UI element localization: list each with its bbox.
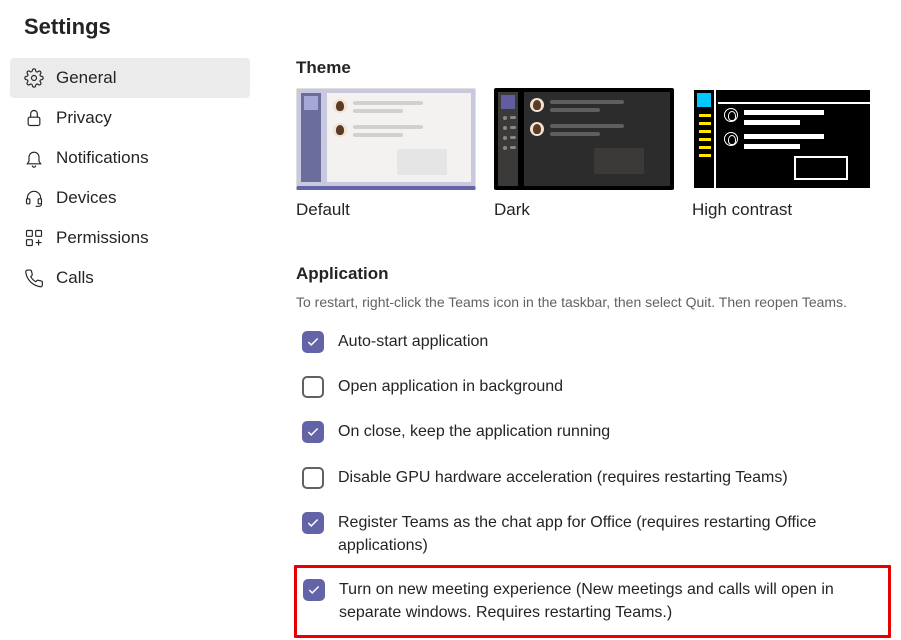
checkbox[interactable] <box>302 421 324 443</box>
sidebar-item-label: Devices <box>56 188 116 208</box>
apps-icon <box>24 228 44 248</box>
sidebar-item-label: Notifications <box>56 148 149 168</box>
sidebar-item-permissions[interactable]: Permissions <box>10 218 250 258</box>
sidebar-item-calls[interactable]: Calls <box>10 258 250 298</box>
sidebar-item-privacy[interactable]: Privacy <box>10 98 250 138</box>
sidebar-item-label: Calls <box>56 268 94 288</box>
sidebar-item-label: General <box>56 68 116 88</box>
page-title: Settings <box>10 14 891 58</box>
theme-option-high-contrast[interactable]: High contrast <box>692 88 872 220</box>
checkbox[interactable] <box>303 579 325 601</box>
sidebar-item-notifications[interactable]: Notifications <box>10 138 250 178</box>
theme-preview-default <box>296 88 476 190</box>
checkbox[interactable] <box>302 467 324 489</box>
setting-label: Open application in background <box>338 375 563 398</box>
settings-content: Theme Default <box>296 58 891 638</box>
sidebar-item-label: Permissions <box>56 228 149 248</box>
sidebar-item-label: Privacy <box>56 108 112 128</box>
settings-sidebar: General Privacy Notifications Devices Pe <box>10 58 250 638</box>
checkbox[interactable] <box>302 512 324 534</box>
setting-label: Register Teams as the chat app for Offic… <box>338 511 885 557</box>
application-subtext: To restart, right-click the Teams icon i… <box>296 294 891 310</box>
theme-preview-dark <box>494 88 674 190</box>
setting-keep-running[interactable]: On close, keep the application running <box>296 416 891 447</box>
lock-icon <box>24 108 44 128</box>
phone-icon <box>24 268 44 288</box>
highlighted-setting-box: Turn on new meeting experience (New meet… <box>294 565 891 637</box>
application-heading: Application <box>296 264 891 284</box>
theme-label: Dark <box>494 200 674 220</box>
checkbox[interactable] <box>302 331 324 353</box>
setting-label: Auto-start application <box>338 330 488 353</box>
setting-register-chat[interactable]: Register Teams as the chat app for Offic… <box>296 507 891 561</box>
theme-options: Default <box>296 88 891 220</box>
theme-option-dark[interactable]: Dark <box>494 88 674 220</box>
setting-label: On close, keep the application running <box>338 420 610 443</box>
setting-label: Disable GPU hardware acceleration (requi… <box>338 466 788 489</box>
setting-new-meeting[interactable]: Turn on new meeting experience (New meet… <box>297 568 878 634</box>
headset-icon <box>24 188 44 208</box>
checkbox[interactable] <box>302 376 324 398</box>
sidebar-item-general[interactable]: General <box>10 58 250 98</box>
setting-auto-start[interactable]: Auto-start application <box>296 326 891 357</box>
theme-label: High contrast <box>692 200 872 220</box>
setting-open-bg[interactable]: Open application in background <box>296 371 891 402</box>
theme-label: Default <box>296 200 476 220</box>
application-settings-list: Auto-start application Open application … <box>296 326 891 638</box>
theme-option-default[interactable]: Default <box>296 88 476 220</box>
theme-heading: Theme <box>296 58 891 78</box>
setting-label: Turn on new meeting experience (New meet… <box>339 578 872 624</box>
gear-icon <box>24 68 44 88</box>
sidebar-item-devices[interactable]: Devices <box>10 178 250 218</box>
setting-disable-gpu[interactable]: Disable GPU hardware acceleration (requi… <box>296 462 891 493</box>
theme-preview-high-contrast <box>692 88 872 190</box>
bell-icon <box>24 148 44 168</box>
